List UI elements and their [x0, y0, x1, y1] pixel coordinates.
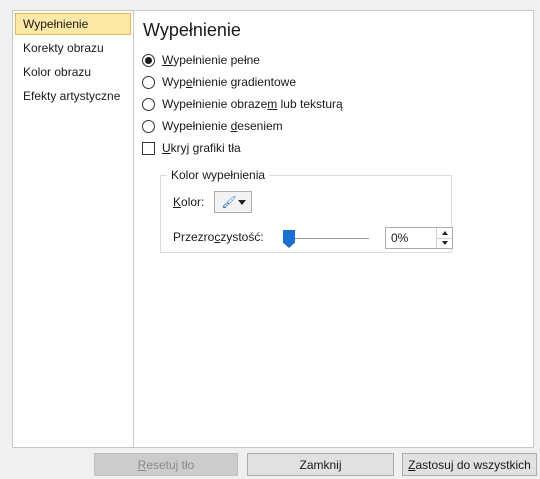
- slider-track[interactable]: [283, 238, 369, 239]
- option-label: Ukryj grafiki tła: [162, 141, 241, 155]
- transparency-value-input[interactable]: 0%: [386, 231, 436, 245]
- radio-gradient-fill[interactable]: Wypełnienie gradientowe: [142, 73, 296, 91]
- option-label: Wypełnienie gradientowe: [162, 75, 296, 89]
- radio-pattern-fill[interactable]: Wypełnienie deseniem: [142, 117, 283, 135]
- spinner-buttons: [436, 228, 452, 248]
- category-sidebar: Wypełnienie Korekty obrazu Kolor obrazu …: [12, 10, 134, 448]
- color-label: Kolor:: [173, 195, 205, 209]
- checkbox[interactable]: [142, 141, 155, 155]
- radio-picture-texture-fill[interactable]: Wypełnienie obrazem lub teksturą: [142, 95, 343, 113]
- transparency-slider[interactable]: [283, 230, 369, 248]
- close-button[interactable]: Zamknij: [247, 453, 394, 476]
- spin-up-icon[interactable]: [437, 228, 452, 238]
- color-row: Kolor: 🖌: [173, 191, 253, 213]
- sidebar-item-image-corrections[interactable]: Korekty obrazu: [15, 37, 131, 59]
- fill-panel: Wypełnienie Wypełnienie pełne Wypełnieni…: [134, 10, 534, 448]
- checkbox-hide-background[interactable]: Ukryj grafiki tła: [142, 139, 241, 157]
- option-label: Wypełnienie pełne: [162, 53, 260, 67]
- sidebar-item-fill[interactable]: Wypełnienie: [15, 13, 131, 35]
- chevron-down-icon: [238, 199, 247, 205]
- transparency-label: Przezroczystość:: [173, 230, 264, 244]
- group-title: Kolor wypełnienia: [167, 168, 270, 182]
- spin-down-icon[interactable]: [437, 237, 452, 249]
- fill-color-group: Kolor wypełnienia Kolor: 🖌 Przezroczysto…: [160, 168, 453, 253]
- slider-thumb[interactable]: [283, 230, 295, 248]
- color-picker-button[interactable]: 🖌: [214, 191, 253, 213]
- radio-button[interactable]: [142, 97, 155, 111]
- apply-to-all-button[interactable]: Zastosuj do wszystkich: [402, 453, 537, 476]
- sidebar-item-artistic-effects[interactable]: Efekty artystyczne: [15, 85, 131, 107]
- radio-button[interactable]: [142, 75, 155, 89]
- sidebar-item-image-color[interactable]: Kolor obrazu: [15, 61, 131, 83]
- radio-button[interactable]: [142, 119, 155, 133]
- radio-solid-fill[interactable]: Wypełnienie pełne: [142, 51, 260, 69]
- paint-bucket-icon: 🖌: [221, 195, 237, 209]
- transparency-spinner[interactable]: 0%: [385, 227, 453, 249]
- panel-title: Wypełnienie: [143, 20, 241, 40]
- reset-background-button[interactable]: Resetuj tło: [94, 453, 238, 476]
- radio-button[interactable]: [142, 53, 155, 67]
- transparency-row: Przezroczystość: 0%: [173, 227, 453, 249]
- option-label: Wypełnienie deseniem: [162, 119, 283, 133]
- option-label: Wypełnienie obrazem lub teksturą: [162, 97, 343, 111]
